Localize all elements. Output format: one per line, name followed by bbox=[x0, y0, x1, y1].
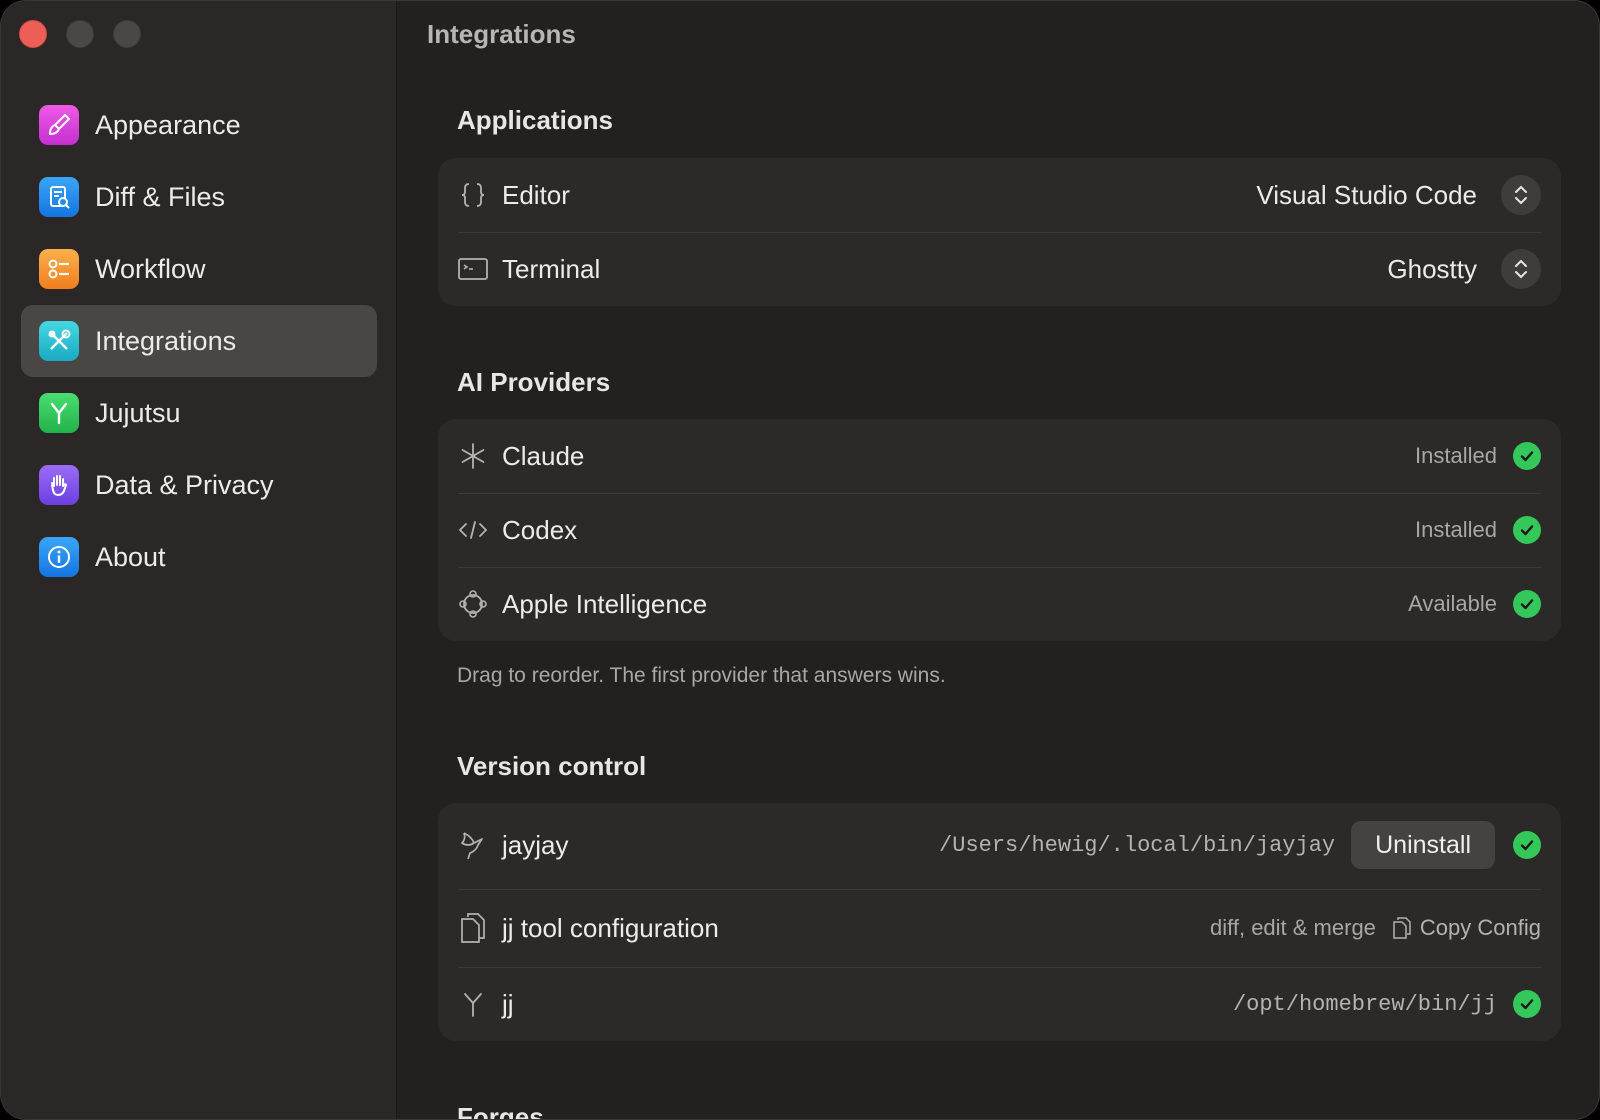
info-icon bbox=[39, 537, 79, 577]
branch-icon bbox=[458, 989, 488, 1019]
sidebar-item-label: Workflow bbox=[95, 253, 206, 284]
code-icon bbox=[458, 515, 488, 545]
documents-icon bbox=[458, 913, 488, 943]
copy-config-button[interactable]: Copy Config bbox=[1392, 915, 1541, 941]
document-search-icon bbox=[39, 177, 79, 217]
minimize-window-button[interactable] bbox=[66, 20, 94, 48]
provider-label: Codex bbox=[502, 514, 578, 545]
zoom-window-button[interactable] bbox=[113, 20, 141, 48]
sidebar-item-label: Diff & Files bbox=[95, 181, 226, 212]
chevron-up-down-icon bbox=[1515, 259, 1527, 279]
provider-row-claude[interactable]: Claude Installed bbox=[458, 431, 1541, 481]
sidebar-item-about[interactable]: About bbox=[21, 521, 377, 593]
jj-row: jj /opt/homebrew/bin/jj bbox=[458, 979, 1541, 1029]
divider bbox=[458, 967, 1541, 968]
jayjay-row: jayjay /Users/hewig/.local/bin/jayjay Un… bbox=[458, 817, 1541, 873]
divider bbox=[458, 889, 1541, 890]
apple-intelligence-icon bbox=[458, 589, 488, 619]
braces-icon bbox=[458, 180, 488, 210]
checkmark-icon bbox=[1513, 590, 1541, 618]
applications-group: Editor Visual Studio Code Terminal Ghost… bbox=[438, 158, 1561, 306]
sidebar-item-label: Data & Privacy bbox=[95, 469, 274, 500]
checkmark-icon bbox=[1513, 516, 1541, 544]
bird-icon bbox=[458, 830, 488, 860]
divider bbox=[458, 232, 1541, 233]
chevron-up-down-icon bbox=[1515, 185, 1527, 205]
provider-status: Installed bbox=[1415, 517, 1497, 542]
jj-label: jj bbox=[502, 988, 514, 1019]
sidebar-item-diff-files[interactable]: Diff & Files bbox=[21, 161, 377, 233]
forges-section-title: Forges bbox=[457, 1102, 544, 1120]
divider bbox=[458, 493, 1541, 494]
branch-icon bbox=[39, 393, 79, 433]
jayjay-path: /Users/hewig/.local/bin/jayjay bbox=[939, 832, 1336, 858]
window-title: Integrations bbox=[427, 19, 576, 49]
jj-path: /opt/homebrew/bin/jj bbox=[1232, 991, 1497, 1017]
checklist-icon bbox=[39, 249, 79, 289]
checkmark-icon bbox=[1513, 442, 1541, 470]
sidebar-item-label: Integrations bbox=[95, 325, 237, 356]
uninstall-button[interactable]: Uninstall bbox=[1351, 821, 1495, 869]
jj-tool-config-row: jj tool configuration diff, edit & merge… bbox=[458, 903, 1541, 953]
editor-row: Editor Visual Studio Code bbox=[458, 170, 1541, 220]
sidebar: Appearance Diff & Files Workflow Integra… bbox=[1, 1, 397, 1119]
applications-section-title: Applications bbox=[457, 105, 614, 135]
window-controls bbox=[19, 20, 141, 48]
sidebar-item-label: Jujutsu bbox=[95, 397, 181, 428]
ai-providers-group: Claude Installed Codex Installed Apple I… bbox=[438, 419, 1561, 641]
sidebar-item-label: About bbox=[95, 541, 166, 572]
terminal-select-value[interactable]: Ghostty bbox=[1387, 254, 1477, 285]
sidebar-item-jujutsu[interactable]: Jujutsu bbox=[21, 377, 377, 449]
sidebar-nav: Appearance Diff & Files Workflow Integra… bbox=[21, 89, 377, 593]
terminal-select-stepper[interactable] bbox=[1501, 249, 1541, 289]
copy-config-label: Copy Config bbox=[1419, 915, 1541, 940]
editor-select-stepper[interactable] bbox=[1501, 175, 1541, 215]
paintbrush-icon bbox=[39, 105, 79, 145]
terminal-label: Terminal bbox=[502, 253, 601, 284]
provider-row-codex[interactable]: Codex Installed bbox=[458, 505, 1541, 555]
tools-icon bbox=[39, 321, 79, 361]
version-control-group: jayjay /Users/hewig/.local/bin/jayjay Un… bbox=[438, 803, 1561, 1041]
checkmark-icon bbox=[1513, 990, 1541, 1018]
ai-providers-hint: Drag to reorder. The first provider that… bbox=[457, 664, 946, 687]
provider-label: Claude bbox=[502, 440, 585, 471]
asterisk-icon bbox=[458, 441, 488, 471]
sidebar-item-workflow[interactable]: Workflow bbox=[21, 233, 377, 305]
main-content: Integrations Applications Editor Visual … bbox=[398, 1, 1599, 1119]
divider bbox=[458, 567, 1541, 568]
provider-label: Apple Intelligence bbox=[502, 588, 708, 619]
jj-tool-config-detail: diff, edit & merge bbox=[1210, 915, 1376, 940]
settings-window: Appearance Diff & Files Workflow Integra… bbox=[0, 0, 1600, 1120]
sidebar-item-integrations[interactable]: Integrations bbox=[21, 305, 377, 377]
checkmark-icon bbox=[1513, 831, 1541, 859]
editor-label: Editor bbox=[502, 179, 570, 210]
jayjay-label: jayjay bbox=[502, 829, 569, 860]
sidebar-item-data-privacy[interactable]: Data & Privacy bbox=[21, 449, 377, 521]
version-control-section-title: Version control bbox=[457, 751, 647, 781]
copy-icon bbox=[1393, 917, 1411, 939]
sidebar-item-label: Appearance bbox=[95, 109, 241, 140]
terminal-icon bbox=[458, 254, 488, 284]
jj-tool-config-label: jj tool configuration bbox=[502, 912, 719, 943]
provider-row-apple-intelligence[interactable]: Apple Intelligence Available bbox=[458, 579, 1541, 629]
sidebar-item-appearance[interactable]: Appearance bbox=[21, 89, 377, 161]
terminal-row: Terminal Ghostty bbox=[458, 244, 1541, 294]
provider-status: Available bbox=[1408, 591, 1497, 616]
ai-providers-section-title: AI Providers bbox=[457, 367, 611, 397]
editor-select-value[interactable]: Visual Studio Code bbox=[1256, 180, 1477, 211]
close-window-button[interactable] bbox=[19, 20, 47, 48]
hand-icon bbox=[39, 465, 79, 505]
provider-status: Installed bbox=[1415, 443, 1497, 468]
